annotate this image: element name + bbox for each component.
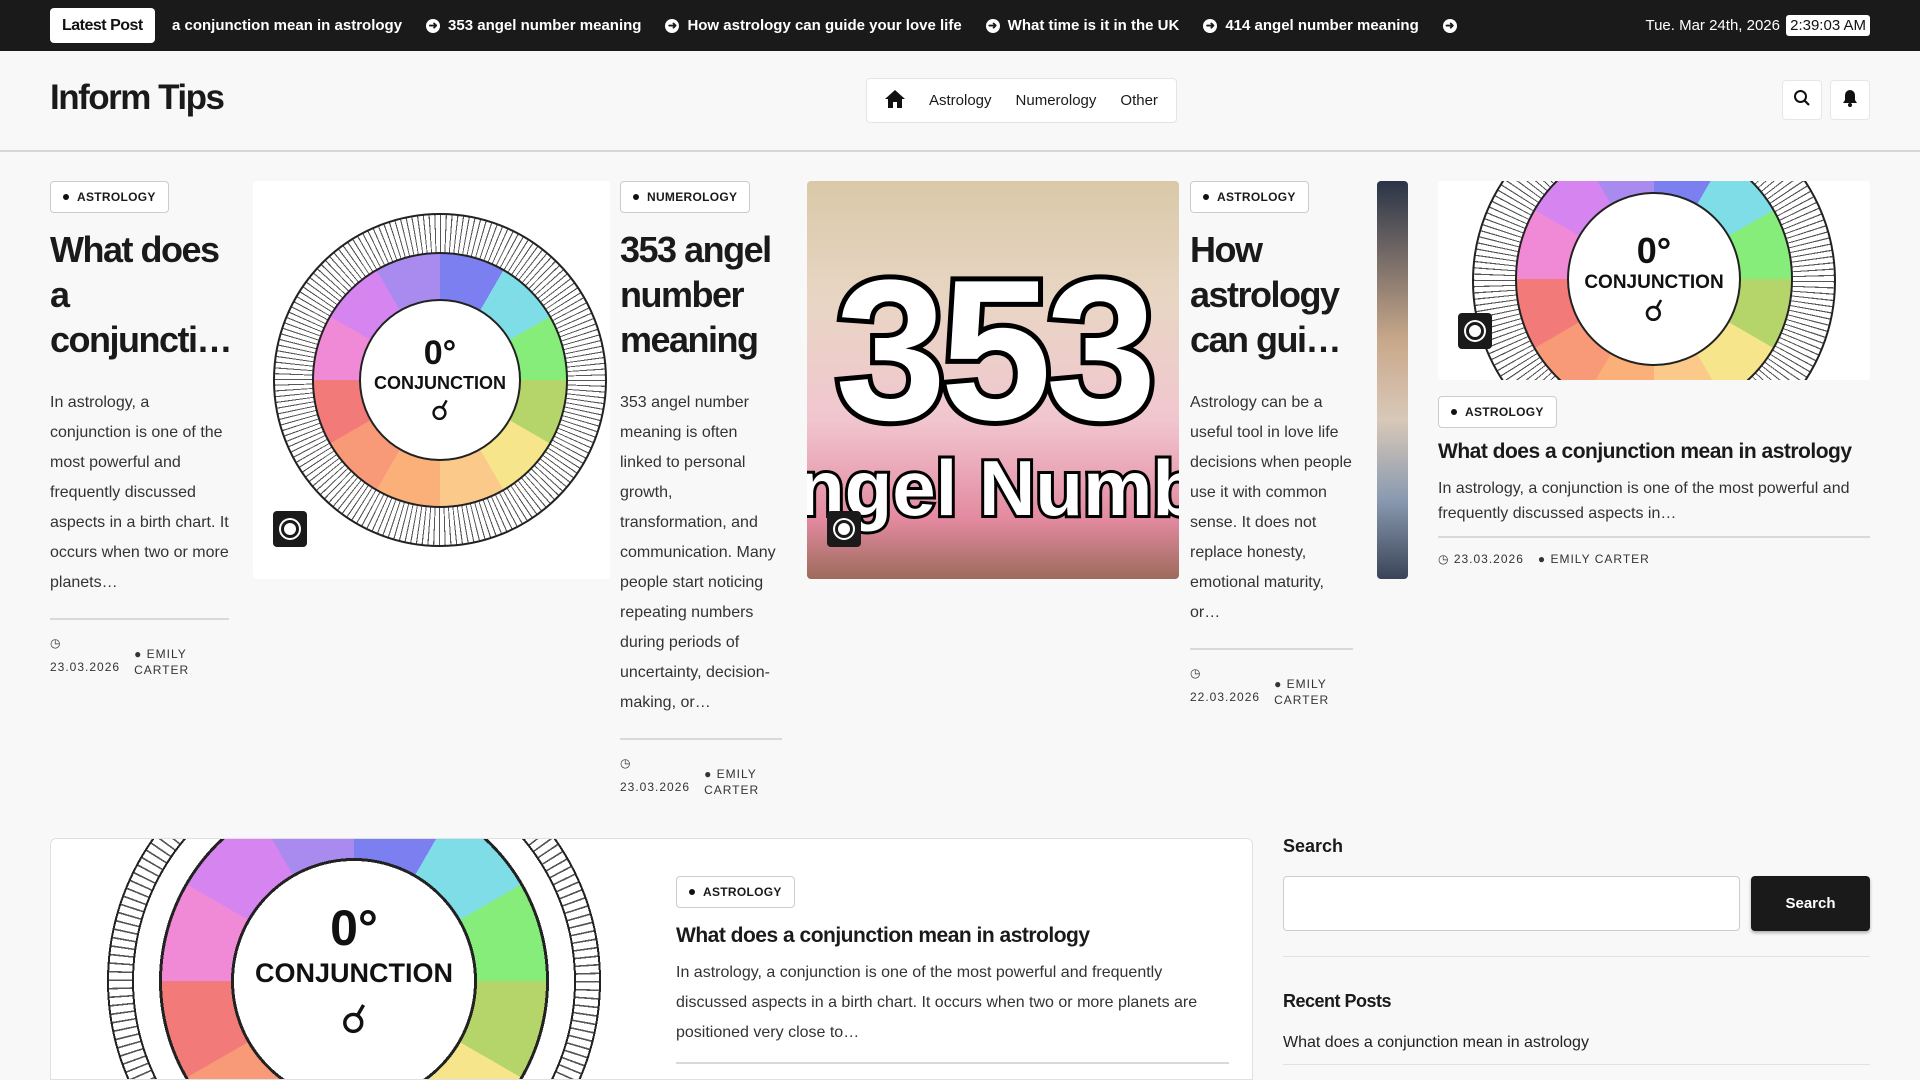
header-divider [0, 150, 1920, 152]
top-bar: Latest Post a conjunction mean in astrol… [0, 0, 1920, 51]
search-input[interactable] [1283, 876, 1740, 931]
post-date: 22.03.2026 [1190, 690, 1261, 704]
post-image-conjunction[interactable]: 0° CONJUNCTION ☌ [1438, 181, 1870, 380]
divider [1190, 648, 1353, 650]
ticker-item-label[interactable]: a conjunction mean in astrology [172, 17, 402, 34]
search-submit-button[interactable]: Search [1751, 876, 1870, 931]
post-title[interactable]: What does a conjuncti… [50, 227, 233, 362]
post-author[interactable]: EMILY CARTER [1550, 552, 1649, 566]
category-tag[interactable]: ASTROLOGY [676, 876, 795, 908]
wheel-degree: 0° [330, 900, 378, 956]
post-card: ASTROLOGY What does a conjuncti… In astr… [50, 181, 233, 678]
recent-posts-heading: Recent Posts [1283, 991, 1392, 1011]
camera-icon [827, 511, 861, 547]
post-excerpt: In astrology, a conjunction is one of th… [676, 964, 1198, 1041]
conjunction-glyph: ☌ [340, 998, 368, 1042]
current-time: 2:39:03 AM [1786, 15, 1870, 36]
post-excerpt: In astrology, a conjunction is one of th… [1438, 480, 1850, 522]
home-icon[interactable] [885, 89, 905, 112]
divider [50, 618, 229, 620]
post-date: 23.03.2026 [1453, 552, 1524, 566]
recent-post-link[interactable]: What does a conjunction mean in astrolog… [1283, 1034, 1870, 1052]
user-icon: ● [704, 767, 717, 781]
sidebar: Search Search Recent Posts What does a c… [1283, 836, 1870, 1065]
post-card: ASTROLOGY What does a conjunction mean i… [1438, 396, 1870, 566]
post-card: NUMEROLOGY 353 angel number meaning 353 … [620, 181, 782, 798]
ticker-item[interactable]: ➜ 353 angel number meaning [426, 17, 641, 34]
latest-post-label: Latest Post [50, 8, 155, 43]
post-image-love[interactable] [1377, 181, 1408, 579]
post-title[interactable]: 353 angel number meaning [620, 227, 782, 362]
ticker-item[interactable]: ➜ [1442, 18, 1457, 33]
conjunction-glyph: ☌ [1643, 294, 1665, 328]
ticker-item[interactable]: ➜ What time is it in the UK [985, 17, 1180, 34]
current-date: Tue. Mar 24th, 2026 [1645, 17, 1780, 34]
ticker-item[interactable]: ➜ How astrology can guide your love life [665, 17, 962, 34]
post-excerpt: Astrology can be a useful tool in love l… [1190, 394, 1352, 621]
divider [1283, 1064, 1870, 1065]
featured-post: 0° CONJUNCTION ☌ ASTROLOGY What does a c… [50, 838, 1253, 1080]
notifications-button[interactable] [1830, 80, 1870, 120]
divider [676, 1062, 1229, 1064]
category-tag[interactable]: NUMEROLOGY [620, 181, 751, 213]
arrow-right-icon: ➜ [985, 18, 1000, 33]
post-excerpt: In astrology, a conjunction is one of th… [50, 394, 229, 591]
ticker-item-label[interactable]: How astrology can guide your love life [687, 17, 961, 34]
search-heading: Search [1283, 836, 1344, 856]
ticker-item-label[interactable]: 414 angel number meaning [1225, 17, 1418, 34]
image-caption: ngel Numb [807, 441, 1179, 535]
bell-icon [1842, 89, 1858, 112]
post-image-conjunction[interactable]: 0° CONJUNCTION ☌ [253, 181, 610, 579]
post-title[interactable]: What does a conjunction mean in astrolog… [1438, 440, 1870, 464]
nav-astrology[interactable]: Astrology [929, 92, 992, 109]
post-date: 23.03.2026 [50, 660, 121, 674]
ticker-item-label[interactable]: 353 angel number meaning [448, 17, 641, 34]
featured-image[interactable]: 0° CONJUNCTION ☌ [51, 839, 654, 1079]
post-title[interactable]: What does a conjunction mean in astrolog… [676, 924, 1229, 948]
ticker-item[interactable]: ➜ 414 angel number meaning [1203, 17, 1419, 34]
divider [1438, 536, 1870, 538]
conjunction-glyph: ☌ [430, 394, 450, 426]
category-tag[interactable]: ASTROLOGY [50, 181, 169, 213]
wheel-label: CONJUNCTION [254, 958, 453, 988]
arrow-right-icon: ➜ [665, 18, 680, 33]
nav-numerology[interactable]: Numerology [1016, 92, 1097, 109]
ticker-item-label[interactable]: What time is it in the UK [1008, 17, 1180, 34]
clock-icon: ◷ [50, 636, 62, 650]
divider [1283, 956, 1870, 957]
post-title[interactable]: How astrology can gui… [1190, 227, 1353, 362]
nav-other[interactable]: Other [1120, 92, 1158, 109]
camera-icon [1458, 313, 1492, 349]
user-icon: ● [1537, 552, 1551, 566]
post-date: 23.03.2026 [620, 780, 691, 794]
wheel-label: CONJUNCTION [373, 372, 506, 393]
user-icon: ● [134, 647, 147, 661]
search-icon [1793, 89, 1811, 112]
post-excerpt: 353 angel number meaning is often linked… [620, 394, 776, 711]
camera-icon [273, 511, 307, 547]
category-tag[interactable]: ASTROLOGY [1190, 181, 1309, 213]
ticker-item[interactable]: a conjunction mean in astrology [172, 17, 402, 34]
post-card: ASTROLOGY How astrology can gui… Astrolo… [1190, 181, 1353, 708]
search-button[interactable] [1782, 80, 1822, 120]
arrow-right-icon: ➜ [426, 18, 441, 33]
site-logo[interactable]: Inform Tips [50, 78, 225, 118]
post-image-353[interactable]: 353 ngel Numb [807, 181, 1179, 579]
clock-icon: ◷ [1190, 666, 1202, 680]
main-nav: Astrology Numerology Other [866, 78, 1177, 123]
category-tag[interactable]: ASTROLOGY [1438, 396, 1557, 428]
news-ticker: a conjunction mean in astrology ➜ 353 ang… [172, 0, 1457, 51]
clock-icon: ◷ [1438, 552, 1454, 566]
arrow-right-icon: ➜ [1203, 18, 1218, 33]
wheel-degree: 0° [423, 333, 457, 372]
arrow-right-icon: ➜ [1442, 18, 1457, 33]
image-number: 353 [830, 239, 1162, 462]
clock-icon: ◷ [620, 756, 632, 770]
wheel-center: 0° CONJUNCTION ☌ [232, 899, 476, 1079]
wheel-degree: 0° [1636, 229, 1672, 271]
wheel-label: CONJUNCTION [1584, 271, 1724, 293]
user-icon: ● [1274, 677, 1287, 691]
divider [620, 738, 782, 740]
